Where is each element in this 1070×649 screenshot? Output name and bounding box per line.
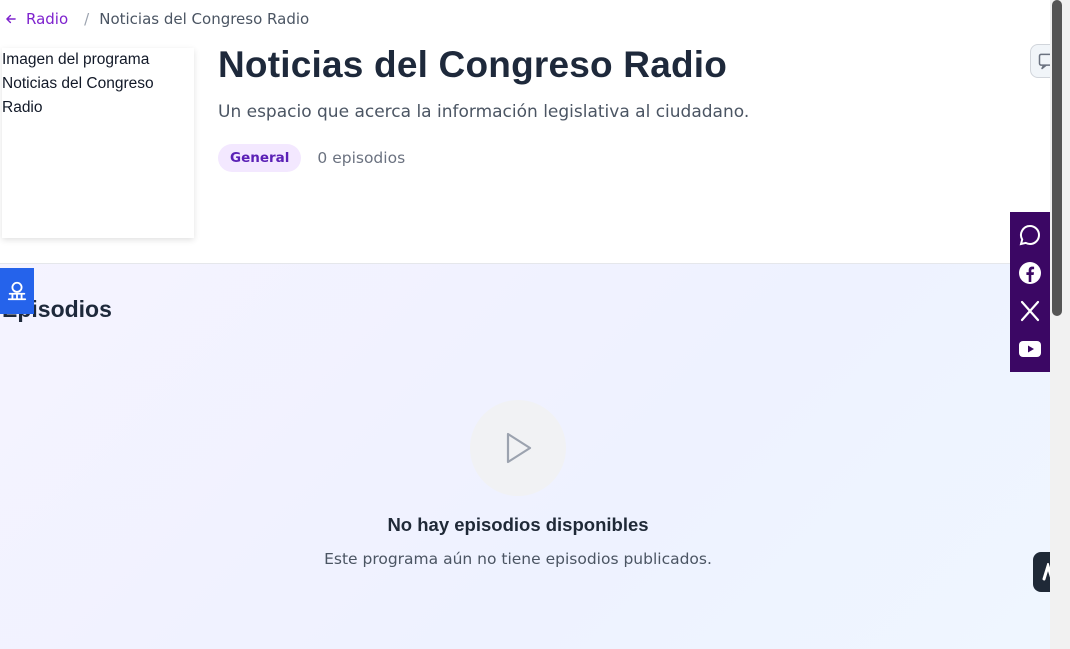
whatsapp-icon (1019, 224, 1040, 246)
breadcrumb: Radio / Noticias del Congreso Radio (4, 8, 309, 30)
x-icon (1020, 300, 1040, 322)
accessibility-icon (7, 281, 27, 301)
episode-count: 0 episodios (317, 149, 406, 167)
category-badge[interactable]: General (218, 144, 302, 172)
empty-state-title: No hay episodios disponibles (387, 514, 649, 535)
social-x[interactable] (1017, 298, 1043, 324)
program-cover-image: Imagen del programa Noticias del Congres… (2, 48, 194, 238)
social-links (1010, 212, 1050, 372)
program-description: Un espacio que acerca la información leg… (218, 102, 750, 122)
cover-alt-text: Imagen del programa Noticias del Congres… (2, 51, 154, 116)
back-link[interactable]: Radio (4, 10, 68, 28)
facebook-icon (1019, 262, 1041, 284)
back-link-label: Radio (26, 10, 69, 28)
social-facebook[interactable] (1017, 260, 1043, 286)
empty-state-icon (470, 400, 566, 496)
youtube-icon (1019, 341, 1041, 357)
social-whatsapp[interactable] (1017, 222, 1043, 248)
arrow-left-icon (6, 14, 16, 24)
scrollbar-thumb[interactable] (1052, 0, 1062, 316)
program-meta: General 0 episodios (218, 144, 405, 172)
play-icon (506, 432, 532, 464)
empty-state-description: Este programa aún no tiene episodios pub… (324, 550, 712, 568)
page-title: Noticias del Congreso Radio (218, 44, 728, 85)
accessibility-button[interactable] (0, 268, 34, 314)
social-youtube[interactable] (1017, 336, 1043, 362)
breadcrumb-separator: / (84, 10, 90, 28)
breadcrumb-current: Noticias del Congreso Radio (99, 10, 310, 28)
